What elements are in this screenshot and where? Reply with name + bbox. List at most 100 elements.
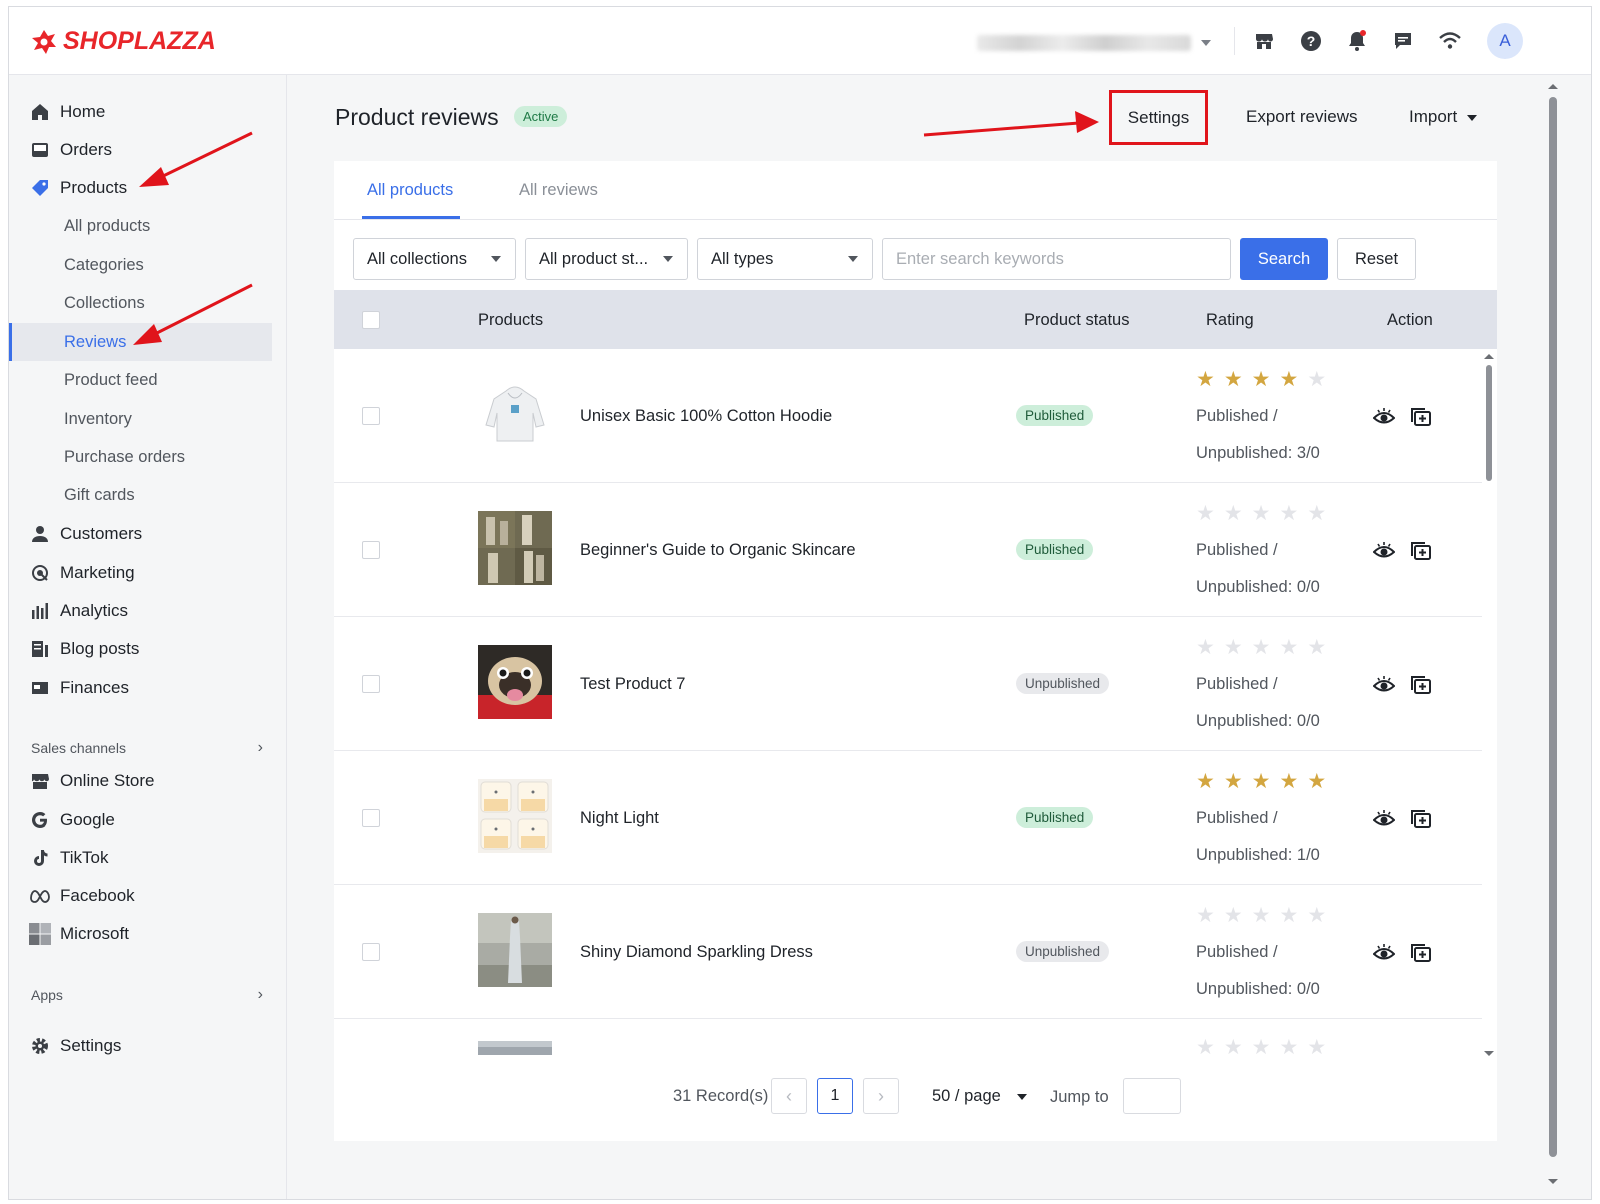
star-filled-icon: ★ bbox=[1196, 368, 1215, 391]
product-thumbnail-pug[interactable] bbox=[478, 645, 552, 719]
row-checkbox[interactable] bbox=[362, 541, 380, 559]
scroll-up-icon[interactable] bbox=[1546, 81, 1560, 91]
sidebar-item-customers[interactable]: Customers bbox=[29, 518, 269, 550]
product-thumbnail-hoodie[interactable] bbox=[478, 379, 552, 453]
row-checkbox[interactable] bbox=[362, 809, 380, 827]
table-row: Test Product 7 Unpublished ★ ★ ★ ★ ★ Publish… bbox=[334, 617, 1482, 751]
table-scrollbar[interactable] bbox=[1482, 351, 1494, 1061]
sidebar-item-blog-posts[interactable]: Blog posts bbox=[29, 633, 269, 665]
chat-icon[interactable] bbox=[1391, 29, 1415, 53]
caret-down-icon bbox=[1016, 1093, 1027, 1100]
scroll-down-icon[interactable] bbox=[1546, 1177, 1560, 1187]
add-review-icon[interactable] bbox=[1410, 675, 1432, 697]
add-review-icon[interactable] bbox=[1410, 541, 1432, 563]
analytics-icon bbox=[29, 600, 51, 622]
published-count-label: Published / bbox=[1196, 675, 1278, 693]
star-empty-icon: ★ bbox=[1307, 368, 1327, 391]
search-button[interactable]: Search bbox=[1240, 238, 1328, 280]
published-count-label: Published / bbox=[1196, 943, 1278, 961]
store-selector[interactable] bbox=[977, 33, 1217, 53]
sidebar-item-microsoft[interactable]: Microsoft bbox=[29, 918, 269, 950]
jump-to-label: Jump to bbox=[1050, 1088, 1109, 1106]
sidebar-item-finances[interactable]: Finances bbox=[29, 672, 269, 704]
page-scrollbar[interactable] bbox=[1546, 79, 1560, 1189]
prev-page-button[interactable]: ‹ bbox=[771, 1078, 807, 1114]
sidebar-subitem-inventory[interactable]: Inventory bbox=[64, 403, 132, 435]
sidebar-item-tiktok[interactable]: TikTok bbox=[29, 842, 269, 874]
bell-icon[interactable] bbox=[1345, 29, 1369, 53]
tab-all-reviews[interactable]: All reviews bbox=[519, 181, 598, 200]
sidebar-item-products[interactable]: Products bbox=[29, 172, 269, 204]
star-empty-icon: ★ bbox=[1251, 502, 1271, 525]
jump-to-input[interactable] bbox=[1123, 1078, 1181, 1114]
sidebar-subitem-product-feed[interactable]: Product feed bbox=[64, 364, 158, 396]
reset-button[interactable]: Reset bbox=[1337, 238, 1416, 280]
product-thumbnail-dress[interactable] bbox=[478, 913, 552, 987]
eye-icon[interactable] bbox=[1373, 808, 1395, 830]
tab-all-products[interactable]: All products bbox=[367, 181, 453, 200]
sidebar-subitem-collections[interactable]: Collections bbox=[64, 287, 145, 319]
scrollbar-thumb[interactable] bbox=[1486, 365, 1492, 481]
sidebar-subitem-categories[interactable]: Categories bbox=[64, 249, 144, 281]
collections-select[interactable]: All collections bbox=[353, 238, 516, 280]
scrollbar-thumb[interactable] bbox=[1549, 97, 1557, 1157]
eye-icon[interactable] bbox=[1373, 406, 1395, 428]
sidebar-subitem-gift-cards[interactable]: Gift cards bbox=[64, 479, 135, 511]
sidebar-item-label: Products bbox=[60, 178, 128, 197]
tag-icon bbox=[29, 177, 51, 199]
product-thumbnail-skincare[interactable] bbox=[478, 511, 552, 585]
sidebar-subitem-reviews[interactable]: Reviews bbox=[64, 326, 126, 358]
sidebar-item-home[interactable]: Home bbox=[29, 96, 269, 128]
star-empty-icon: ★ bbox=[1251, 636, 1271, 659]
next-page-button[interactable]: › bbox=[863, 1078, 899, 1114]
eye-icon[interactable] bbox=[1373, 540, 1395, 562]
product-name[interactable]: Unisex Basic 100% Cotton Hoodie bbox=[580, 407, 832, 426]
page-size-select[interactable]: 50 / page bbox=[932, 1087, 1027, 1106]
help-icon[interactable]: ? bbox=[1299, 29, 1323, 53]
select-all-checkbox[interactable] bbox=[362, 311, 380, 329]
scroll-up-icon[interactable] bbox=[1483, 351, 1495, 361]
sidebar-item-google[interactable]: Google bbox=[29, 804, 269, 836]
store-icon[interactable] bbox=[1252, 29, 1276, 53]
product-name[interactable]: Night Light bbox=[580, 809, 659, 828]
sidebar-item-facebook[interactable]: Facebook bbox=[29, 880, 269, 912]
sidebar-item-marketing[interactable]: Marketing bbox=[29, 557, 269, 589]
row-checkbox[interactable] bbox=[362, 407, 380, 425]
product-name[interactable]: Shiny Diamond Sparkling Dress bbox=[580, 943, 813, 962]
add-review-icon[interactable] bbox=[1410, 407, 1432, 429]
sidebar-subitem-purchase-orders[interactable]: Purchase orders bbox=[64, 441, 185, 473]
eye-icon[interactable] bbox=[1373, 674, 1395, 696]
sidebar-subitem-all-products[interactable]: All products bbox=[64, 210, 150, 242]
row-checkbox[interactable] bbox=[362, 943, 380, 961]
product-status-select[interactable]: All product st... bbox=[525, 238, 688, 280]
google-icon bbox=[29, 809, 51, 831]
product-name[interactable]: Beginner's Guide to Organic Skincare bbox=[580, 541, 856, 560]
section-label: Apps bbox=[31, 987, 63, 1003]
wifi-icon[interactable] bbox=[1438, 29, 1462, 53]
sidebar-item-settings[interactable]: Settings bbox=[29, 1030, 269, 1062]
add-review-icon[interactable] bbox=[1410, 809, 1432, 831]
types-select[interactable]: All types bbox=[697, 238, 873, 280]
sidebar-item-online-store[interactable]: Online Store bbox=[29, 765, 269, 797]
sales-channels-header[interactable]: Sales channels › bbox=[31, 739, 263, 757]
apps-header[interactable]: Apps › bbox=[31, 986, 263, 1004]
rating-stars: ★ ★ ★ ★ ★ bbox=[1196, 771, 1326, 792]
add-review-icon[interactable] bbox=[1410, 943, 1432, 965]
export-reviews-button[interactable]: Export reviews bbox=[1246, 107, 1357, 127]
search-input[interactable] bbox=[882, 238, 1231, 280]
row-checkbox[interactable] bbox=[362, 675, 380, 693]
scroll-down-icon[interactable] bbox=[1483, 1049, 1495, 1059]
sidebar-item-analytics[interactable]: Analytics bbox=[29, 595, 269, 627]
sidebar-item-label: Google bbox=[60, 810, 115, 829]
eye-icon[interactable] bbox=[1373, 942, 1395, 964]
import-button[interactable]: Import bbox=[1409, 107, 1478, 127]
avatar[interactable]: A bbox=[1487, 23, 1523, 59]
page-number-button[interactable]: 1 bbox=[817, 1078, 853, 1114]
product-thumbnail-partial[interactable] bbox=[478, 1041, 552, 1055]
top-bar: SHOPLAZZA ? A bbox=[9, 7, 1591, 75]
product-thumbnail-night-light[interactable] bbox=[478, 779, 552, 853]
settings-button[interactable]: Settings bbox=[1109, 90, 1208, 145]
sidebar-item-orders[interactable]: Orders bbox=[29, 134, 269, 166]
brand-logo[interactable]: SHOPLAZZA bbox=[31, 27, 216, 56]
product-name[interactable]: Test Product 7 bbox=[580, 675, 685, 694]
